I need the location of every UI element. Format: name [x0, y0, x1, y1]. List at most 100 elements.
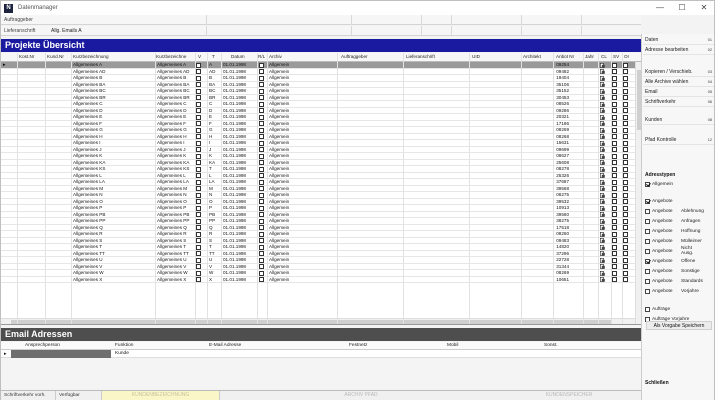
checkbox-icon[interactable]: [645, 228, 650, 234]
checkbox-or[interactable]: [623, 218, 628, 224]
checkbox-icon[interactable]: [645, 198, 650, 204]
checkbox-sv[interactable]: [612, 186, 617, 191]
checkbox-or[interactable]: [623, 127, 628, 133]
checkbox-rl[interactable]: [259, 179, 264, 185]
checkbox-sv[interactable]: [612, 82, 617, 87]
btn-alle-archive[interactable]: Alle Archive wählen 04: [643, 78, 714, 87]
checkbox-or[interactable]: [623, 82, 628, 87]
checkbox-rl[interactable]: [259, 218, 264, 224]
checkbox-sv[interactable]: [612, 218, 617, 224]
checkbox-icon[interactable]: [645, 218, 650, 224]
checkbox-v[interactable]: [196, 225, 201, 230]
checkbox-rl[interactable]: [259, 88, 264, 94]
checkbox-sv[interactable]: [612, 75, 617, 81]
checkbox-rl[interactable]: [259, 108, 264, 113]
checkbox-sv[interactable]: [612, 179, 617, 185]
adresstyp-checkbox[interactable]: Angebote Hoffnung: [645, 227, 700, 235]
checkbox-rl[interactable]: [259, 199, 264, 204]
checkbox-rl[interactable]: [259, 277, 264, 282]
checkbox-or[interactable]: [623, 153, 628, 159]
checkbox-sv[interactable]: [612, 121, 617, 126]
checkbox-or[interactable]: [623, 101, 628, 107]
col-kundnr[interactable]: Kund.Nr: [47, 54, 64, 59]
checkbox-rl[interactable]: [259, 205, 264, 211]
btn-schriftverkehr[interactable]: Schriftverkehr 06: [643, 98, 714, 107]
checkbox-rl[interactable]: [259, 231, 264, 237]
checkbox-rl[interactable]: [259, 153, 264, 159]
col-ansprechperson[interactable]: Ansprechperson: [25, 343, 60, 348]
checkbox-rl[interactable]: [259, 166, 264, 172]
adresstyp-checkbox[interactable]: Angebote Standards: [645, 277, 703, 285]
checkbox-v[interactable]: [196, 121, 201, 126]
col-archiv[interactable]: Archiv: [269, 54, 282, 59]
checkbox-sv[interactable]: [612, 147, 617, 152]
checkbox-sv[interactable]: [612, 205, 617, 211]
btn-kopieren[interactable]: Kopieren / Verschieb. 03: [643, 68, 714, 77]
close-app-button[interactable]: Schließen: [645, 380, 669, 386]
checkbox-sv[interactable]: [612, 95, 617, 100]
checkbox-v[interactable]: [196, 173, 201, 178]
checkbox-v[interactable]: [196, 238, 201, 243]
checkbox-v[interactable]: [196, 264, 201, 269]
checkbox-v[interactable]: [196, 205, 201, 211]
checkbox-rl[interactable]: [259, 264, 264, 269]
checkbox-rl[interactable]: [259, 244, 264, 250]
adresstyp-checkbox[interactable]: Angebote Sonstige: [645, 267, 700, 275]
checkbox-sv[interactable]: [612, 173, 617, 178]
checkbox-or[interactable]: [623, 134, 628, 139]
col-funktion[interactable]: Funktion: [115, 343, 133, 348]
checkbox-icon[interactable]: [645, 258, 650, 264]
checkbox-v[interactable]: [196, 147, 201, 152]
col-kurzbezeichnung[interactable]: Kurzbezeichnung: [73, 54, 109, 59]
col-festnetz[interactable]: Festnetz: [349, 343, 367, 348]
checkbox-or[interactable]: [623, 186, 628, 191]
btn-daten[interactable]: Daten 01: [643, 36, 714, 45]
checkbox-v[interactable]: [196, 231, 201, 237]
col-architekt[interactable]: Architekt: [523, 54, 541, 59]
maximize-button[interactable]: ☐: [676, 2, 688, 14]
checkbox-sv[interactable]: [612, 270, 617, 276]
checkbox-or[interactable]: [623, 147, 628, 152]
checkbox-v[interactable]: [196, 179, 201, 185]
checkbox-or[interactable]: [623, 199, 628, 204]
checkbox-v[interactable]: [196, 166, 201, 172]
btn-adresse-bearbeiten[interactable]: Adresse bearbeiten 02: [643, 46, 714, 55]
close-button[interactable]: ✕: [698, 2, 710, 14]
checkbox-sv[interactable]: [612, 69, 617, 74]
checkbox-or[interactable]: [623, 62, 628, 68]
checkbox-or[interactable]: [623, 244, 628, 250]
checkbox-sv[interactable]: [612, 277, 617, 282]
checkbox-sv[interactable]: [612, 88, 617, 94]
checkbox-v[interactable]: [196, 114, 201, 120]
checkbox-or[interactable]: [623, 140, 628, 146]
checkbox-or[interactable]: [623, 108, 628, 113]
col-sv[interactable]: SV: [613, 54, 619, 59]
email-row[interactable]: ▸ Kunde: [1, 350, 641, 358]
checkbox-or[interactable]: [623, 69, 628, 74]
checkbox-rl[interactable]: [259, 114, 264, 120]
adresstyp-checkbox[interactable]: Angebote Vorjahre: [645, 287, 699, 295]
checkbox-v[interactable]: [196, 101, 201, 107]
auftraege-checkbox[interactable]: Aufträge: [645, 305, 670, 313]
status-kundenbezeichnung[interactable]: KUNDENBEZEICHNUNG: [102, 391, 219, 400]
col-rl[interactable]: R/L: [258, 54, 265, 59]
status-archiv-pfad[interactable]: ARCHIV PFAD: [301, 391, 421, 400]
checkbox-rl[interactable]: [259, 160, 264, 165]
minimize-button[interactable]: —: [654, 2, 666, 14]
btn-pfad-kontrolle[interactable]: Pfad Kontrolle 12: [643, 136, 714, 145]
checkbox-rl[interactable]: [259, 192, 264, 198]
checkbox-rl[interactable]: [259, 75, 264, 81]
checkbox-v[interactable]: [196, 62, 201, 68]
checkbox-rl[interactable]: [259, 127, 264, 133]
checkbox-sv[interactable]: [612, 101, 617, 107]
checkbox-sv[interactable]: [612, 153, 617, 159]
checkbox-sv[interactable]: [612, 231, 617, 237]
checkbox-sv[interactable]: [612, 225, 617, 230]
checkbox-icon[interactable]: [645, 181, 650, 187]
checkbox-v[interactable]: [196, 199, 201, 204]
checkbox-v[interactable]: [196, 186, 201, 191]
checkbox-v[interactable]: [196, 134, 201, 139]
col-jahr[interactable]: Jahr: [585, 54, 594, 59]
checkbox-v[interactable]: [196, 160, 201, 165]
checkbox-rl[interactable]: [259, 186, 264, 191]
